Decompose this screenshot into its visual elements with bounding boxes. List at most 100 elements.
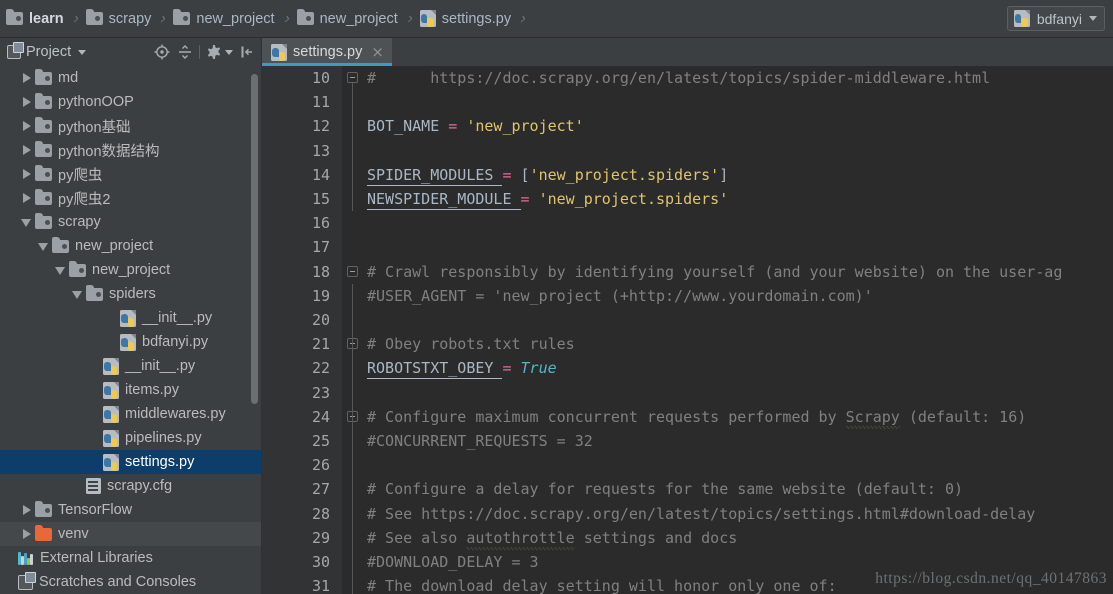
code-fold-toggle[interactable] [347, 72, 358, 83]
tree-item-bdfanyi-py[interactable]: bdfanyi.py [0, 330, 261, 354]
run-configuration-selector[interactable]: bdfanyi [1006, 6, 1105, 31]
breadcrumb-item-new-project[interactable]: new_project [173, 0, 275, 38]
chevron-down-icon[interactable] [225, 49, 233, 55]
project-tree-scrollbar[interactable] [251, 74, 258, 404]
tree-item-md[interactable]: md [0, 66, 261, 90]
chevron-right-icon[interactable] [21, 120, 32, 132]
locate-target-icon[interactable] [153, 43, 171, 61]
chevron-down-icon[interactable] [55, 265, 66, 276]
code-line[interactable]: 10 # https://doc.scrapy.org/en/latest/top… [262, 66, 1113, 90]
code-line[interactable]: 24 # Configure maximum concurrent request… [262, 405, 1113, 429]
chevron-right-icon[interactable] [21, 192, 32, 204]
code-line[interactable]: 22 ROBOTSTXT_OBEY = True [262, 356, 1113, 380]
code-fold-guide [352, 501, 353, 526]
tree-item-py--[interactable]: py爬虫 [0, 162, 261, 186]
breadcrumb-item-new-project[interactable]: new_project [296, 0, 398, 38]
tree-item-pythonoop[interactable]: pythonOOP [0, 90, 261, 114]
code-fold-toggle[interactable] [347, 265, 358, 277]
code-line[interactable]: 23 [262, 381, 1113, 405]
breadcrumb-item-settings-py[interactable]: settings.py [419, 0, 511, 38]
code-text: # Obey robots.txt rules [367, 332, 575, 356]
code-line[interactable]: 26 [262, 453, 1113, 477]
code-line[interactable]: 13 [262, 139, 1113, 163]
tree-item-label: new_project [92, 262, 171, 278]
tree-item---init---py[interactable]: __init__.py [0, 306, 261, 330]
breadcrumb-item-scrapy[interactable]: scrapy [85, 0, 151, 38]
folder-icon [85, 9, 103, 25]
code-line[interactable]: 16 [262, 211, 1113, 235]
code-line[interactable]: 15 NEWSPIDER_MODULE = 'new_project.spider… [262, 187, 1113, 211]
breadcrumb-separator: › [281, 10, 293, 27]
code-line[interactable]: 18 # Crawl responsibly by identifying you… [262, 260, 1113, 284]
tree-item-tensorflow[interactable]: TensorFlow [0, 498, 261, 522]
tree-item-scratches-and-consoles[interactable]: Scratches and Consoles [0, 570, 261, 594]
code-line[interactable]: 17 [262, 235, 1113, 259]
chevron-right-icon[interactable] [21, 144, 32, 156]
chevron-right-icon[interactable] [21, 528, 32, 540]
code-line[interactable]: 28 # See https://doc.scrapy.org/en/latest… [262, 502, 1113, 526]
folder-icon [35, 500, 52, 517]
code-fold-guide [352, 574, 353, 594]
folder-icon [35, 212, 52, 229]
tree-item-pipelines-py[interactable]: pipelines.py [0, 426, 261, 450]
code-line[interactable]: 25 #CONCURRENT_REQUESTS = 32 [262, 429, 1113, 453]
chevron-down-icon[interactable] [21, 217, 32, 228]
chevron-down-icon[interactable] [1089, 16, 1097, 21]
code-text: #USER_AGENT = 'new_project (+http://www.… [367, 284, 873, 308]
code-fold-guide [352, 453, 353, 478]
code-line[interactable]: 21 # Obey robots.txt rules [262, 332, 1113, 356]
folder-icon [35, 188, 52, 205]
code-content[interactable]: 10 # https://doc.scrapy.org/en/latest/top… [262, 66, 1113, 594]
hide-panel-icon[interactable] [238, 43, 256, 61]
tree-item-settings-py[interactable]: settings.py [0, 450, 261, 474]
breadcrumb-item-learn[interactable]: learn [6, 0, 64, 38]
folder-icon [35, 140, 52, 157]
code-line[interactable]: 14 SPIDER_MODULES = ['new_project.spiders… [262, 163, 1113, 187]
chevron-right-icon[interactable] [21, 96, 32, 108]
tree-item-new-project[interactable]: new_project [0, 258, 261, 282]
code-line[interactable]: 29 # See also autothrottle settings and d… [262, 526, 1113, 550]
chevron-right-icon[interactable] [21, 168, 32, 180]
tree-item-new-project[interactable]: new_project [0, 234, 261, 258]
tab-settings-py[interactable]: settings.py × [262, 38, 392, 66]
tree-item-middlewares-py[interactable]: middlewares.py [0, 402, 261, 426]
code-fold-guide [352, 83, 353, 91]
code-token: = [502, 165, 521, 184]
tree-item-python----[interactable]: python数据结构 [0, 138, 261, 162]
tree-item-python--[interactable]: python基础 [0, 114, 261, 138]
line-number: 25 [311, 432, 330, 450]
code-line[interactable]: 27 # Configure a delay for requests for t… [262, 477, 1113, 501]
tree-item-scrapy[interactable]: scrapy [0, 210, 261, 234]
breadcrumb: learn › scrapy › new_project › new_project › set… [6, 0, 1007, 38]
code-editor[interactable]: 10 # https://doc.scrapy.org/en/latest/top… [262, 66, 1113, 594]
tree-item-py--2[interactable]: py爬虫2 [0, 186, 261, 210]
chevron-right-icon[interactable] [21, 504, 32, 516]
project-tree[interactable]: md pythonOOP python基础 python数据结构 py爬虫 py爬虫2 sc… [0, 66, 261, 594]
code-line[interactable]: 12 BOT_NAME = 'new_project' [262, 114, 1113, 138]
chevron-down-icon[interactable] [78, 49, 87, 55]
collapse-all-icon[interactable] [176, 43, 194, 61]
folder-icon [35, 92, 52, 109]
code-fold-guide [352, 525, 353, 550]
chevron-right-icon[interactable] [21, 72, 32, 84]
code-line[interactable]: 19 #USER_AGENT = 'new_project (+http://ww… [262, 284, 1113, 308]
tree-item-venv[interactable]: venv [0, 522, 261, 546]
code-token: # The download delay setting will honor … [367, 577, 837, 594]
folder-icon [69, 260, 86, 277]
code-line[interactable]: 11 [262, 90, 1113, 114]
tree-item---init---py[interactable]: __init__.py [0, 354, 261, 378]
tree-item-spiders[interactable]: spiders [0, 282, 261, 306]
line-number: 19 [311, 286, 330, 305]
project-window-icon [7, 42, 24, 59]
code-line[interactable]: 20 [262, 308, 1113, 332]
close-icon[interactable]: × [371, 44, 384, 60]
tree-item-scrapy-cfg[interactable]: scrapy.cfg [0, 474, 261, 498]
chevron-down-icon[interactable] [72, 289, 83, 300]
code-token: # Obey robots.txt rules [367, 335, 575, 354]
code-fold-guide [352, 187, 353, 212]
chevron-down-icon[interactable] [38, 241, 49, 252]
tree-item-items-py[interactable]: items.py [0, 378, 261, 402]
tree-item-external-libraries[interactable]: External Libraries [0, 546, 261, 570]
settings-gear-icon[interactable] [205, 43, 223, 61]
